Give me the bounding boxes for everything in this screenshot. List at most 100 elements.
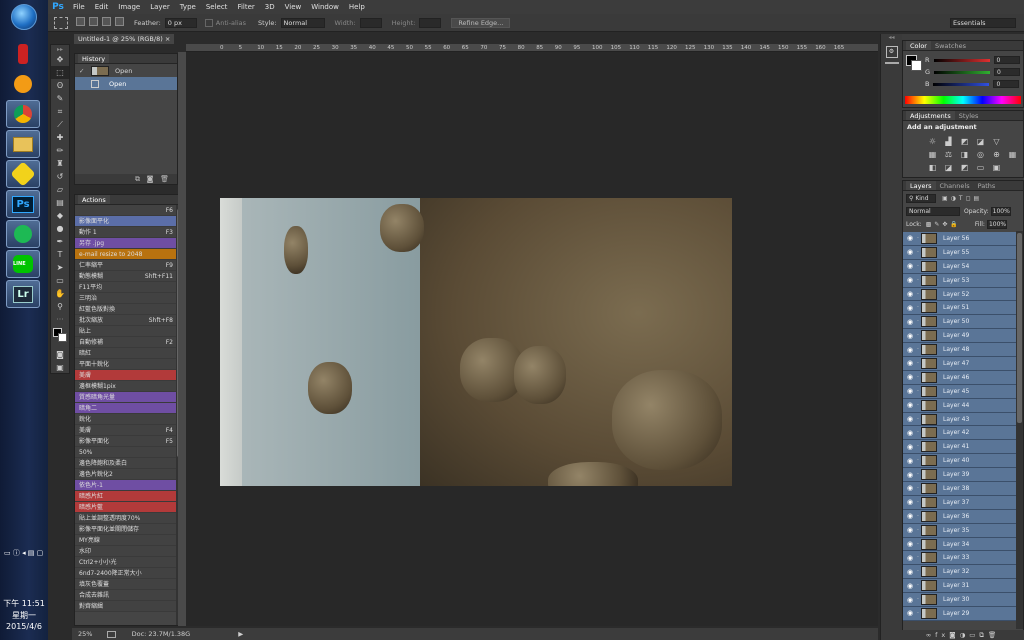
style-select[interactable]: Normal (280, 17, 325, 28)
pinned-app-icon-yellow[interactable] (6, 160, 40, 188)
layer-name[interactable]: Layer 29 (943, 610, 969, 617)
layer-name[interactable]: Layer 55 (943, 249, 969, 256)
antialias-checkbox[interactable] (204, 18, 213, 27)
quick-selection-tool-icon[interactable]: ✎ (51, 92, 69, 105)
layer-visibility-eye-icon[interactable]: ◉ (903, 276, 917, 284)
adjustment-layer-icon[interactable]: ◑ (960, 631, 970, 639)
more-tools-icon[interactable]: ··· (51, 313, 69, 326)
blend-mode-select[interactable]: Normal (906, 207, 960, 216)
action-item[interactable]: 水印 (75, 546, 177, 557)
history-state[interactable]: Open (75, 77, 177, 90)
layer-visibility-eye-icon[interactable]: ◉ (903, 457, 917, 465)
layer-visibility-eye-icon[interactable]: ◉ (903, 443, 917, 451)
layer-visibility-eye-icon[interactable]: ◉ (903, 429, 917, 437)
action-item[interactable]: 動作 1 F3 (75, 227, 177, 238)
lasso-tool-icon[interactable]: ʘ (51, 79, 69, 92)
layer-visibility-eye-icon[interactable]: ◉ (903, 262, 917, 270)
layer-row[interactable]: ◉ · Layer 56 (903, 232, 1017, 246)
layer-row[interactable]: ◉ · Layer 29 (903, 607, 1017, 621)
history-brush-source-icon[interactable]: ✓ (79, 67, 87, 75)
layer-visibility-eye-icon[interactable]: ◉ (903, 554, 917, 562)
layer-name[interactable]: Layer 50 (943, 318, 969, 325)
color-spectrum-ramp[interactable] (905, 96, 1021, 104)
photo-filter-icon[interactable]: ◎ (975, 150, 986, 159)
marquee-tool-preset-icon[interactable] (54, 16, 68, 29)
line-icon[interactable]: LINE (6, 250, 40, 278)
channel-mixer-icon[interactable]: ⊕ (991, 150, 1002, 159)
crop-tool-icon[interactable]: ⌗ (51, 105, 69, 118)
layer-row[interactable]: ◉ · Layer 51 (903, 301, 1017, 316)
layer-name[interactable]: Layer 33 (943, 554, 969, 561)
clock-time[interactable]: 下午 11:51 (0, 598, 48, 609)
adjustments-tab[interactable]: Adjustments (906, 111, 955, 120)
layer-visibility-eye-icon[interactable]: ◉ (903, 387, 917, 395)
layer-name[interactable]: Layer 43 (943, 416, 969, 423)
quick-mask-icon[interactable]: ◙ (51, 348, 69, 361)
layer-visibility-eye-icon[interactable]: ◉ (903, 304, 917, 312)
action-item[interactable]: 邊色片銳化2 (75, 469, 177, 480)
action-item[interactable]: 合成去雜訊 (75, 590, 177, 601)
tools-collapse-icon[interactable]: ▸▸ (51, 45, 69, 53)
action-item[interactable]: 暗紅 (75, 348, 177, 359)
layer-row[interactable]: ◉ · Layer 47 (903, 357, 1017, 371)
background-color-chip[interactable] (911, 60, 922, 71)
layer-row[interactable]: ◉ · Layer 38 (903, 482, 1017, 496)
layers-scrollbar[interactable] (1016, 231, 1023, 629)
layer-row[interactable]: ◉ · Layer 46 (903, 370, 1017, 385)
layer-name[interactable]: Layer 36 (943, 513, 969, 520)
channel-value-input[interactable]: 0 (994, 68, 1021, 76)
layer-row[interactable]: ◉ · Layer 36 (903, 509, 1017, 524)
pen-tool-icon[interactable]: ✒ (51, 235, 69, 248)
fill-input[interactable]: 100% (986, 220, 1007, 229)
new-snapshot-icon[interactable]: ◙ (147, 175, 154, 183)
layer-visibility-eye-icon[interactable]: ◉ (903, 359, 917, 367)
layer-filter-kind-select[interactable]: ⚲ Kind (906, 193, 936, 203)
menu-type[interactable]: Type (175, 0, 201, 14)
layer-visibility-eye-icon[interactable]: ◉ (903, 471, 917, 479)
layers-scroll-thumb[interactable] (1017, 233, 1022, 423)
action-item[interactable]: 暗感片藍 (75, 502, 177, 513)
layer-name[interactable]: Layer 35 (943, 527, 969, 534)
lock-icons[interactable]: ▩✎✥🔒 (926, 221, 961, 228)
layer-row[interactable]: ◉ · Layer 45 (903, 384, 1017, 399)
selection-mode-icons[interactable] (74, 17, 126, 28)
layer-name[interactable]: Layer 51 (943, 304, 969, 311)
layer-name[interactable]: Layer 42 (943, 429, 969, 436)
vertical-ruler[interactable] (178, 52, 186, 626)
add-mask-icon[interactable]: ◙ (949, 631, 959, 639)
action-item[interactable]: 動態模糊 Shft+F11 (75, 271, 177, 282)
layer-name[interactable]: Layer 45 (943, 388, 969, 395)
layer-visibility-eye-icon[interactable]: ◉ (903, 290, 917, 298)
menu-edit[interactable]: Edit (90, 0, 114, 14)
action-item[interactable]: 另存 .jpg (75, 238, 177, 249)
type-tool-icon[interactable]: T (51, 248, 69, 261)
move-tool-icon[interactable]: ✥ (51, 53, 69, 66)
width-input[interactable] (359, 17, 382, 28)
history-brush-tool-icon[interactable]: ↺ (51, 170, 69, 183)
actions-panel-header[interactable]: Actions (75, 195, 183, 205)
feather-input[interactable]: 0 px (164, 17, 197, 28)
hand-tool-icon[interactable]: ✋ (51, 287, 69, 300)
action-item[interactable]: 暗感片紅 (75, 491, 177, 502)
tray-icons[interactable]: ▭ ⓘ ◂ ▤ ▢ (4, 549, 43, 557)
background-color-swatch[interactable] (58, 333, 67, 342)
zoom-tool-icon[interactable]: ⚲ (51, 300, 69, 313)
action-item[interactable]: 6nd7-2400降正常大小 (75, 568, 177, 579)
menu-filter[interactable]: Filter (232, 0, 259, 14)
selective-color-icon[interactable]: ▣ (991, 163, 1002, 172)
action-item[interactable]: 影像平面化 F5 (75, 436, 177, 447)
layer-name[interactable]: Layer 56 (943, 235, 969, 242)
menu-file[interactable]: File (68, 0, 90, 14)
menu-3d[interactable]: 3D (260, 0, 280, 14)
canvas-area[interactable] (186, 52, 878, 626)
start-button[interactable] (11, 4, 37, 30)
spotify-icon[interactable] (6, 220, 40, 248)
layer-visibility-eye-icon[interactable]: ◉ (903, 234, 917, 242)
dodge-tool-icon[interactable]: ● (51, 222, 69, 235)
action-item[interactable]: 貼上 (75, 326, 177, 337)
dock-grip-icon[interactable] (884, 62, 899, 67)
height-input[interactable] (419, 17, 442, 28)
brush-tool-icon[interactable]: ✏ (51, 144, 69, 157)
layer-visibility-eye-icon[interactable]: ◉ (903, 346, 917, 354)
zoom-level[interactable]: 25% (78, 630, 92, 638)
